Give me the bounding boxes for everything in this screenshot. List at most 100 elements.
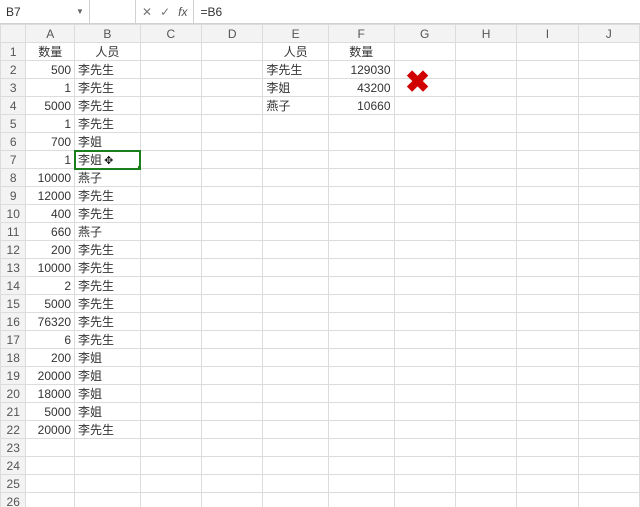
cell[interactable]	[517, 187, 578, 205]
cell[interactable]: 43200	[328, 79, 394, 97]
row-header[interactable]: 12	[1, 241, 26, 259]
cell[interactable]	[517, 151, 578, 169]
row-header[interactable]: 9	[1, 187, 26, 205]
cell[interactable]	[394, 205, 455, 223]
cell[interactable]	[75, 439, 141, 457]
cell[interactable]: 李先生	[75, 277, 141, 295]
cell[interactable]	[201, 331, 262, 349]
col-header[interactable]: C	[140, 25, 201, 43]
row-header[interactable]: 20	[1, 385, 26, 403]
cell[interactable]	[263, 475, 329, 493]
cell[interactable]	[394, 187, 455, 205]
cell[interactable]	[328, 133, 394, 151]
cell[interactable]	[394, 61, 455, 79]
cell[interactable]	[394, 349, 455, 367]
cell[interactable]: 数量	[26, 43, 75, 61]
cancel-formula-icon[interactable]: ✕	[142, 5, 152, 19]
cell[interactable]: 200	[26, 349, 75, 367]
cell[interactable]	[140, 295, 201, 313]
cell[interactable]	[328, 475, 394, 493]
cell[interactable]	[201, 385, 262, 403]
cell[interactable]	[263, 205, 329, 223]
cell[interactable]	[578, 277, 639, 295]
cell[interactable]: 1	[26, 151, 75, 169]
cell[interactable]	[578, 79, 639, 97]
cell[interactable]	[263, 151, 329, 169]
cell[interactable]	[455, 79, 516, 97]
cell[interactable]	[140, 277, 201, 295]
cell[interactable]	[578, 223, 639, 241]
cell[interactable]	[517, 205, 578, 223]
row-header[interactable]: 15	[1, 295, 26, 313]
cell[interactable]	[578, 439, 639, 457]
cell[interactable]	[578, 295, 639, 313]
cell[interactable]	[263, 259, 329, 277]
cell[interactable]	[201, 151, 262, 169]
cell[interactable]	[201, 43, 262, 61]
cell[interactable]	[328, 241, 394, 259]
cell[interactable]	[455, 223, 516, 241]
cell[interactable]	[263, 223, 329, 241]
cell[interactable]	[517, 259, 578, 277]
cell[interactable]	[578, 205, 639, 223]
cell[interactable]: 200	[26, 241, 75, 259]
cell[interactable]	[517, 61, 578, 79]
cell[interactable]	[517, 241, 578, 259]
cell[interactable]	[140, 97, 201, 115]
cell[interactable]	[578, 403, 639, 421]
cell[interactable]	[263, 331, 329, 349]
row-header[interactable]: 1	[1, 43, 26, 61]
cell[interactable]	[517, 385, 578, 403]
cell[interactable]	[455, 349, 516, 367]
row-header[interactable]: 25	[1, 475, 26, 493]
cell[interactable]	[517, 133, 578, 151]
cell[interactable]	[394, 493, 455, 507]
cell[interactable]	[263, 457, 329, 475]
row-header[interactable]: 17	[1, 331, 26, 349]
cell[interactable]	[394, 367, 455, 385]
cell[interactable]	[578, 43, 639, 61]
cell[interactable]	[394, 169, 455, 187]
cell[interactable]	[328, 223, 394, 241]
cell[interactable]	[578, 367, 639, 385]
chevron-down-icon[interactable]: ▼	[75, 6, 85, 16]
cell[interactable]: 人员	[75, 43, 141, 61]
cell[interactable]	[455, 277, 516, 295]
cell[interactable]	[328, 439, 394, 457]
cell[interactable]	[263, 115, 329, 133]
cell[interactable]	[517, 43, 578, 61]
cell[interactable]	[328, 115, 394, 133]
cell[interactable]	[578, 169, 639, 187]
row-header[interactable]: 16	[1, 313, 26, 331]
cell[interactable]	[140, 349, 201, 367]
cell[interactable]	[201, 205, 262, 223]
cell[interactable]	[201, 439, 262, 457]
cell[interactable]	[455, 241, 516, 259]
cell[interactable]	[201, 79, 262, 97]
cell[interactable]: 400	[26, 205, 75, 223]
cell[interactable]	[140, 331, 201, 349]
cell[interactable]	[75, 475, 141, 493]
cell[interactable]	[394, 421, 455, 439]
cell[interactable]	[517, 313, 578, 331]
cell[interactable]: 李姐	[263, 79, 329, 97]
cell[interactable]	[394, 439, 455, 457]
cell[interactable]: 5000	[26, 97, 75, 115]
row-header[interactable]: 13	[1, 259, 26, 277]
cell[interactable]	[201, 277, 262, 295]
cell[interactable]	[140, 367, 201, 385]
cell[interactable]	[394, 403, 455, 421]
row-header[interactable]: 19	[1, 367, 26, 385]
cell[interactable]	[263, 187, 329, 205]
cell[interactable]	[517, 475, 578, 493]
row-header[interactable]: 10	[1, 205, 26, 223]
spreadsheet-grid[interactable]: A B C D E F G H I J 1数量人员人员数量2500李先生李先生1…	[0, 24, 640, 507]
cell[interactable]: 李姐	[75, 385, 141, 403]
cell[interactable]	[201, 259, 262, 277]
row-header[interactable]: 23	[1, 439, 26, 457]
cell[interactable]	[201, 187, 262, 205]
col-header[interactable]: I	[517, 25, 578, 43]
cell[interactable]	[328, 385, 394, 403]
cell[interactable]: 10000	[26, 169, 75, 187]
cell[interactable]: 燕子	[75, 169, 141, 187]
